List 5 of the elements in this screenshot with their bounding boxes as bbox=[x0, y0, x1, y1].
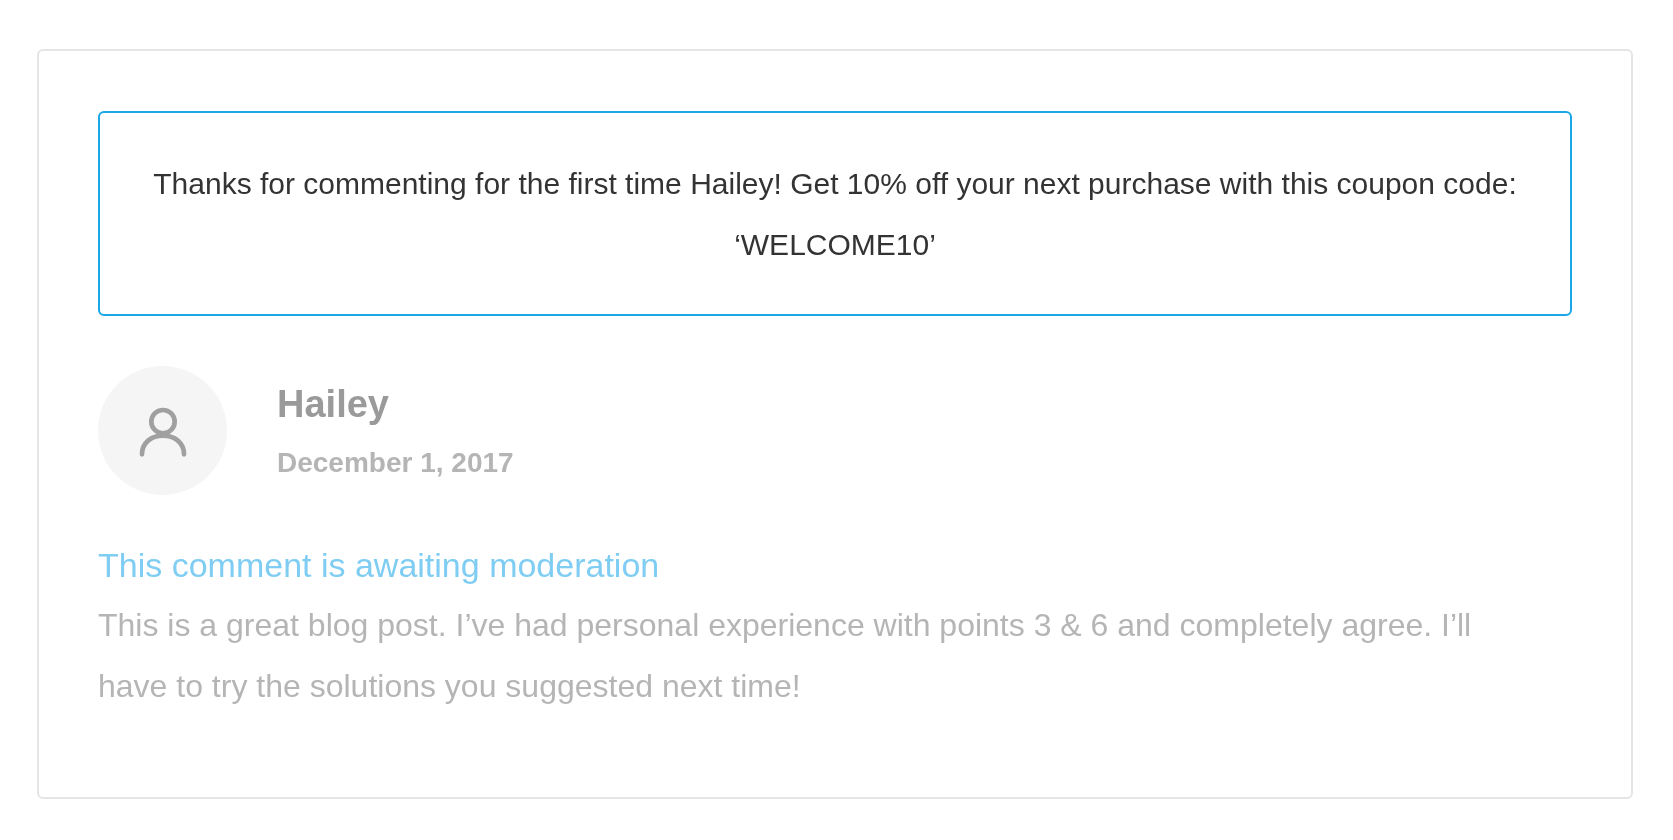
comment-body: This is a great blog post. I’ve had personal experience with points 3 & 6 and completely agree. I’ll have to try the solutions you suggested next time! bbox=[98, 606, 1473, 706]
author-name: Hailey bbox=[277, 382, 390, 428]
notice-text: Thanks for commenting for the first time Hailey! Get 10% off your next purchase with this coupon code: ‘WELCOME10’ bbox=[152, 165, 1518, 263]
moderation-notice: This comment is awaiting moderation bbox=[98, 545, 661, 586]
comment-date: December 1, 2017 bbox=[277, 445, 514, 480]
